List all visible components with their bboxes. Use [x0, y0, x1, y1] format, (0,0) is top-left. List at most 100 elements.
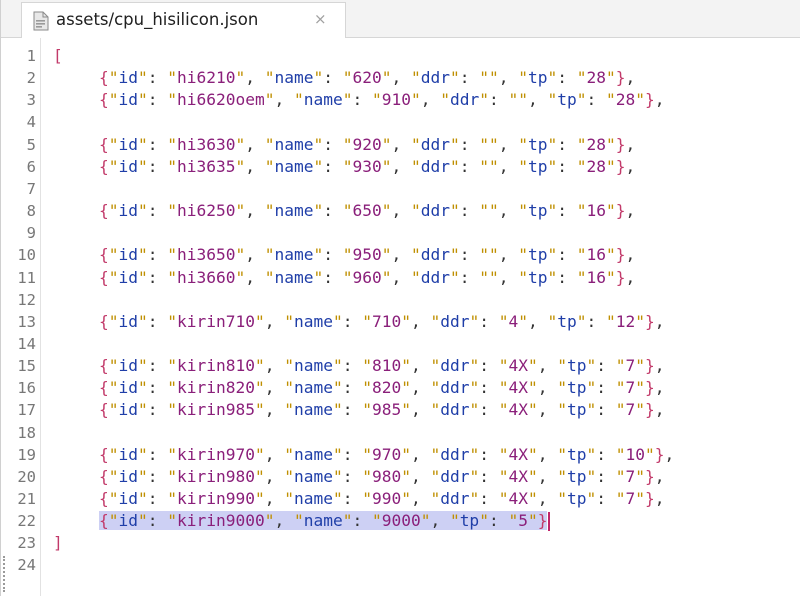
line-number: 8 — [26, 202, 36, 221]
object-brace: } — [644, 489, 655, 508]
code-line[interactable]: {"id": "hi3660", "name": "960", "ddr": "… — [53, 267, 635, 289]
code-line[interactable]: {"id": "hi6210", "name": "620", "ddr": "… — [53, 67, 635, 89]
json-value: hi3630 — [177, 134, 236, 154]
json-value: 4 — [508, 311, 519, 331]
json-key: name — [274, 68, 314, 88]
line-number: 21 — [17, 490, 36, 508]
json-value: 710 — [371, 311, 402, 331]
object-brace: { — [99, 68, 109, 88]
trailing-comma: , — [654, 356, 665, 376]
json-key: name — [274, 201, 314, 221]
json-key: name — [293, 489, 333, 508]
code-line[interactable]: {"id": "kirin9000", "name": "9000", "tp"… — [53, 510, 551, 532]
json-key: ddr — [440, 489, 470, 508]
json-value: 10 — [625, 444, 645, 464]
line-number: 12 — [17, 290, 36, 309]
text-cursor — [548, 512, 551, 532]
json-key: id — [118, 356, 139, 376]
json-key: ddr — [420, 156, 450, 176]
line-number: 13 — [17, 312, 36, 331]
json-key: name — [293, 311, 333, 331]
object-brace: } — [537, 511, 548, 531]
trailing-comma: , — [654, 311, 665, 331]
object-brace: { — [99, 267, 109, 287]
code-line[interactable]: {"id": "hi3630", "name": "920", "ddr": "… — [53, 134, 635, 156]
object-brace: { — [99, 489, 109, 508]
code-editor[interactable]: 1 2 3 4 5 6 7 8 9 10 11 12 13 14 15 16 17 18 19 20 21 22 23 24 … — [1, 38, 800, 596]
json-value: kirin710 — [177, 311, 255, 331]
json-object: {"id": "hi6250", "name": "650", "ddr": "… — [99, 201, 626, 221]
json-key: tp — [459, 511, 480, 531]
json-key: id — [118, 68, 139, 88]
code-line[interactable]: {"id": "kirin820", "name": "820", "ddr":… — [53, 377, 664, 399]
editor-window: assets/cpu_hisilicon.json × 1 2 3 4 5 6 7 8 9 10 1… — [0, 0, 800, 596]
line-number: 14 — [17, 334, 36, 353]
json-value: hi3635 — [177, 156, 236, 176]
line-number: 2 — [26, 69, 36, 88]
code-line[interactable]: [ — [53, 45, 63, 67]
json-object: {"id": "kirin985", "name": "985", "ddr":… — [99, 400, 655, 420]
json-object: {"id": "kirin990", "name": "990", "ddr":… — [99, 489, 655, 508]
json-value: kirin990 — [177, 489, 255, 508]
line-number: 23 — [17, 534, 36, 553]
json-key: ddr — [449, 90, 480, 110]
json-key: id — [118, 511, 139, 531]
code-line[interactable]: {"id": "hi6620oem", "name": "910", "ddr"… — [53, 89, 664, 111]
tab-cpu-hisilicon-json[interactable]: assets/cpu_hisilicon.json × — [21, 2, 346, 38]
trailing-comma: , — [654, 378, 665, 398]
code-line[interactable]: {"id": "kirin990", "name": "990", "ddr":… — [53, 488, 664, 510]
json-value: 620 — [352, 68, 382, 88]
json-object: {"id": "kirin980", "name": "980", "ddr":… — [99, 466, 655, 486]
json-key: id — [118, 444, 139, 464]
array-bracket: ] — [53, 533, 63, 553]
close-icon[interactable]: × — [314, 10, 327, 28]
json-file-icon — [33, 11, 49, 31]
json-key: tp — [566, 444, 587, 464]
json-key: ddr — [420, 68, 450, 88]
trailing-comma: , — [625, 156, 636, 176]
line-number: 11 — [17, 268, 36, 287]
json-key: name — [293, 444, 333, 464]
object-brace: } — [615, 245, 626, 265]
code-line[interactable]: ] — [53, 532, 63, 554]
json-key: tp — [557, 311, 577, 331]
json-key: name — [303, 511, 343, 531]
json-value: 7 — [625, 356, 636, 376]
json-key: id — [118, 378, 139, 398]
object-brace: } — [644, 311, 655, 331]
json-value: 16 — [586, 201, 606, 221]
code-area[interactable]: [{"id": "hi6210", "name": "620", "ddr": … — [53, 38, 800, 596]
json-key: ddr — [440, 466, 470, 486]
json-value: hi6250 — [177, 201, 236, 221]
object-brace: } — [615, 134, 626, 154]
json-key: name — [293, 466, 333, 486]
code-line[interactable]: {"id": "kirin710", "name": "710", "ddr":… — [53, 311, 664, 333]
scroll-handle[interactable] — [3, 556, 9, 592]
trailing-comma: , — [664, 444, 675, 464]
line-number: 4 — [26, 113, 36, 132]
trailing-comma: , — [625, 134, 636, 154]
json-key: name — [303, 90, 343, 110]
json-key: name — [274, 156, 314, 176]
code-line[interactable]: {"id": "kirin985", "name": "985", "ddr":… — [53, 399, 664, 421]
code-line[interactable]: {"id": "kirin810", "name": "810", "ddr":… — [53, 355, 664, 377]
json-value: 910 — [381, 90, 411, 110]
tab-bar: assets/cpu_hisilicon.json × — [1, 0, 800, 38]
code-line[interactable]: {"id": "hi3635", "name": "930", "ddr": "… — [53, 156, 635, 178]
object-brace: { — [99, 201, 109, 221]
code-line[interactable]: {"id": "hi3650", "name": "950", "ddr": "… — [53, 244, 635, 266]
json-value: 28 — [586, 68, 606, 88]
json-key: tp — [527, 245, 548, 265]
json-object: {"id": "hi6620oem", "name": "910", "ddr"… — [99, 90, 655, 110]
trailing-comma: , — [654, 400, 665, 420]
json-object: {"id": "kirin9000", "name": "9000", "tp"… — [99, 511, 548, 531]
line-number: 19 — [17, 445, 36, 464]
json-object: {"id": "kirin810", "name": "810", "ddr":… — [99, 356, 655, 376]
code-line[interactable]: {"id": "kirin980", "name": "980", "ddr":… — [53, 466, 664, 488]
object-brace: { — [99, 134, 109, 154]
code-line[interactable]: {"id": "hi6250", "name": "650", "ddr": "… — [53, 200, 635, 222]
line-number: 20 — [17, 467, 36, 486]
json-value: 12 — [615, 311, 636, 331]
code-line[interactable]: {"id": "kirin970", "name": "970", "ddr":… — [53, 444, 674, 466]
json-key: id — [118, 489, 139, 508]
